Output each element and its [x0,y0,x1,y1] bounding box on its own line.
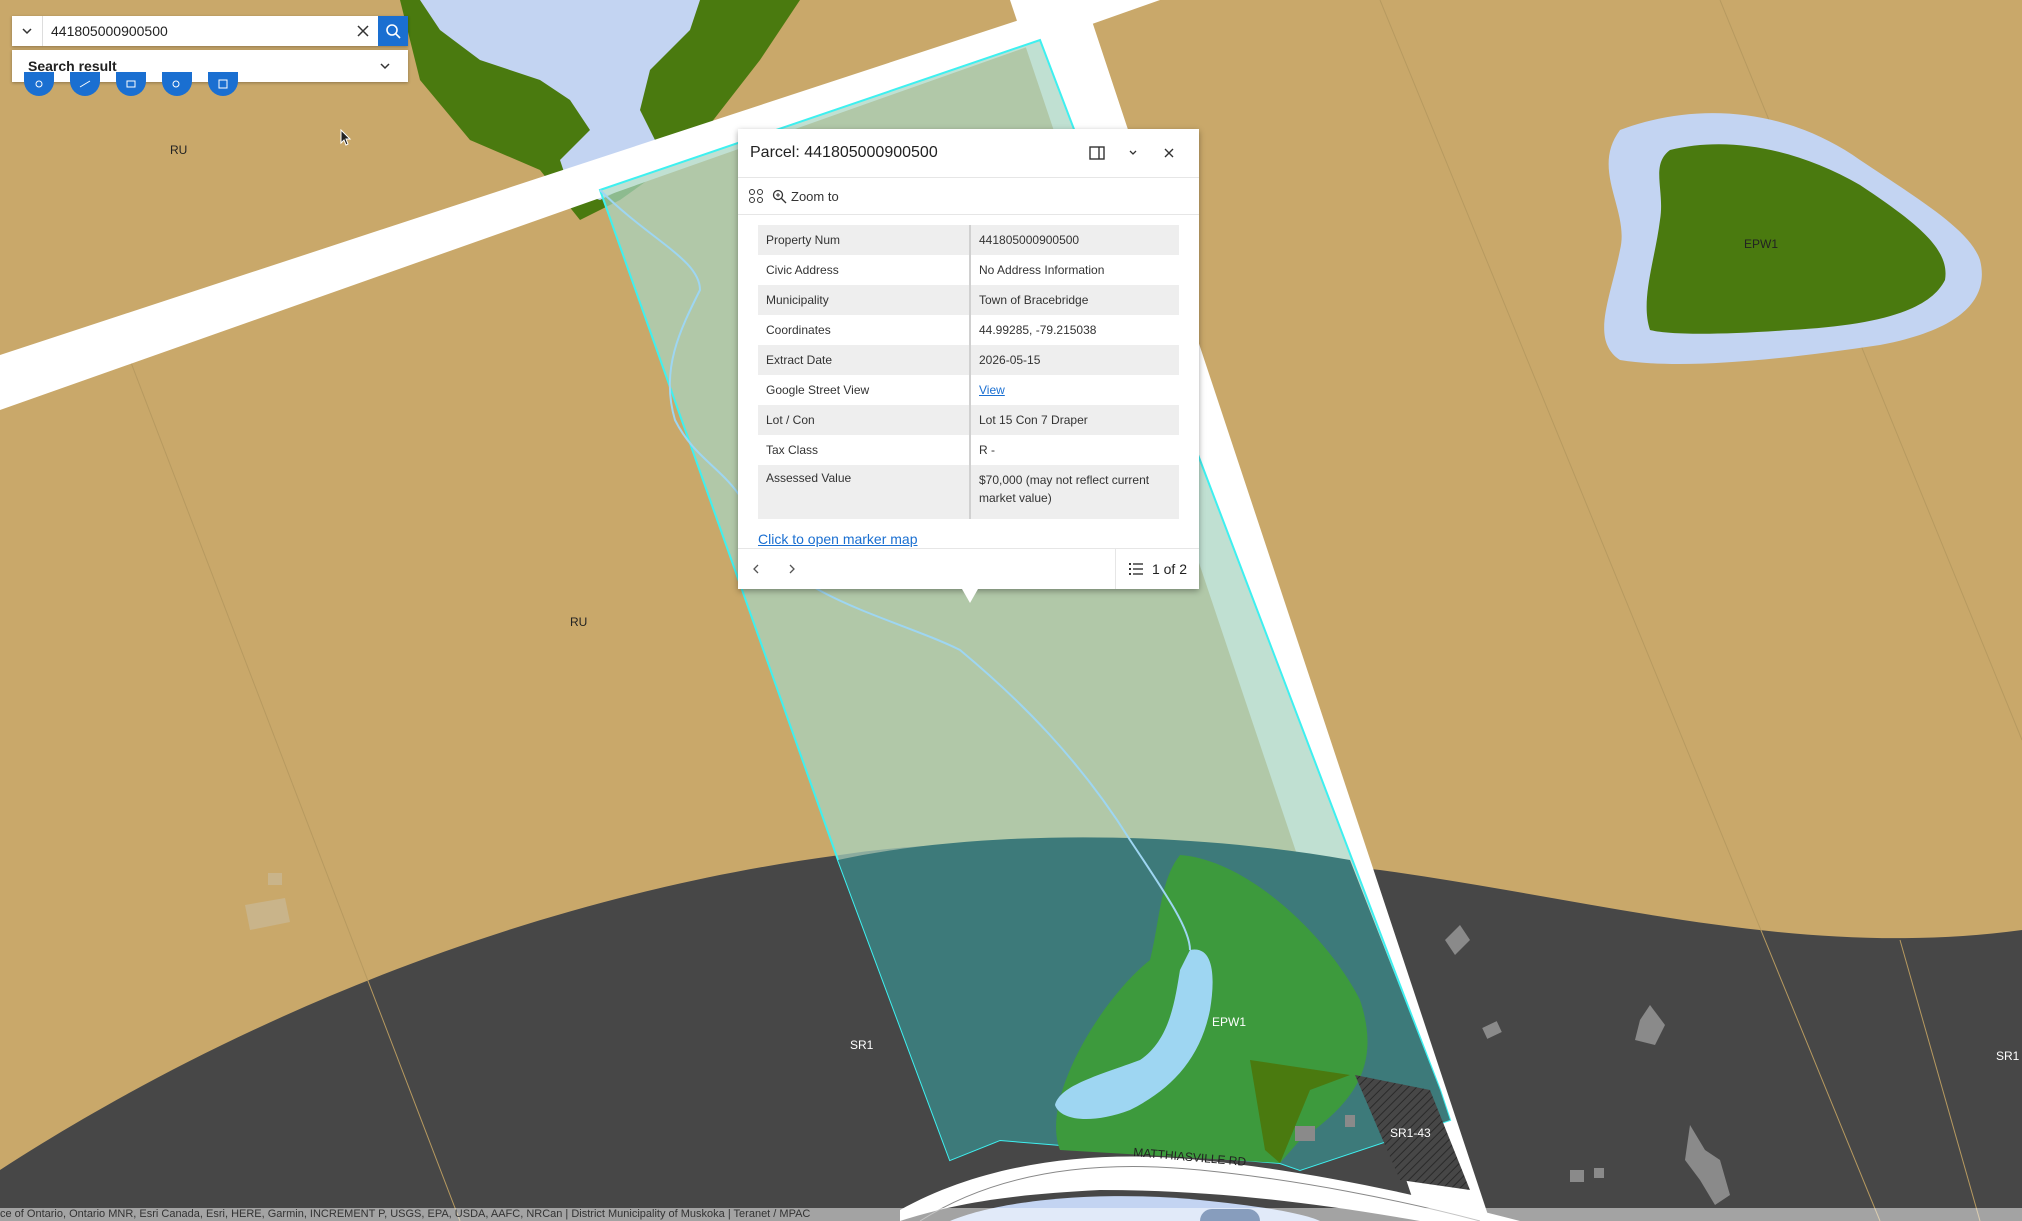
attr-key: Google Street View [758,375,971,405]
attr-value: R - [979,443,995,457]
clear-search-button[interactable] [348,16,378,46]
zoom-to-label: Zoom to [791,188,839,204]
close-icon [1164,148,1174,158]
marker-map-link[interactable]: Click to open marker map [758,531,918,547]
table-row: Google Street View View [758,375,1179,405]
attr-value: 2026-05-15 [970,345,1179,375]
table-row: Extract Date 2026-05-15 [758,345,1179,375]
next-feature-button[interactable] [774,551,810,587]
dock-button[interactable] [1079,135,1115,171]
zone-label-ru-1: RU [170,143,187,157]
search-button[interactable] [378,16,408,46]
attr-value: 441805000900500 [970,225,1179,255]
map-tools [24,72,238,96]
search-source-toggle[interactable] [12,16,43,46]
attr-value: 44.99285, -79.215038 [979,323,1097,337]
attr-value: No Address Information [979,263,1105,277]
feature-pager[interactable]: 1 of 2 [1114,549,1199,589]
draw-icon [35,80,43,88]
attr-value: View [970,375,1179,405]
grid-icon [749,189,763,203]
attr-value: Town of Bracebridge [970,285,1179,315]
table-row: Lot / Con Lot 15 Con 7 Draper [758,405,1179,435]
table-row: Municipality Town of Bracebridge [758,285,1179,315]
attr-value: $70,000 (may not reflect current market … [970,465,1179,519]
search-icon [386,24,401,39]
previous-feature-button[interactable] [738,551,774,587]
search-bar [12,16,408,46]
zoom-in-icon [772,189,787,203]
street-view-link[interactable]: View [979,383,1005,397]
print-icon [218,79,228,89]
pager-label: 1 of 2 [1151,561,1187,577]
popup-title: Parcel: 441805000900500 [750,144,938,161]
map-attribution: ce of Ontario, Ontario MNR, Esri Canada,… [0,1208,2022,1221]
zone-label-ru-2: RU [570,615,587,629]
chevron-left-icon [753,564,759,574]
measure-tool-button[interactable] [70,72,100,96]
attr-key: Extract Date [758,345,971,375]
attr-key: Civic Address [758,255,971,285]
table-row: Coordinates 44.99285, -79.215038 [758,315,1179,345]
dock-icon [1089,146,1105,160]
popup-pointer [962,589,978,603]
popup-footer: 1 of 2 [738,548,1199,589]
collapse-button[interactable] [1115,135,1151,171]
list-icon [1128,563,1143,575]
zone-label-epw-1: EPW1 [1744,237,1778,251]
zone-label-sr-43: SR1-43 [1390,1126,1431,1140]
draw-tool-button[interactable] [24,72,54,96]
chevron-right-icon [789,564,795,574]
mouse-cursor-icon [340,129,352,146]
actions-menu-button[interactable] [744,182,768,210]
search-input[interactable] [43,17,348,45]
popup-actions: Zoom to [738,178,1199,215]
layers-icon [126,80,136,88]
popup-header: Parcel: 441805000900500 [738,129,1199,178]
chevron-down-icon [1129,150,1137,155]
layers-tool-button[interactable] [116,72,146,96]
query-tool-button[interactable] [162,72,192,96]
print-tool-button[interactable] [208,72,238,96]
close-icon [357,25,369,37]
attr-key: Coordinates [758,315,971,345]
parcel-popup: Parcel: 441805000900500 Zoom to Property… [738,129,1199,589]
zone-label-epw-2: EPW1 [1212,1015,1246,1029]
table-row: Assessed Value $70,000 (may not reflect c… [758,465,1179,519]
chevron-down-icon [380,63,390,70]
zoom-to-button[interactable]: Zoom to [768,182,843,210]
table-row: Tax Class R - [758,435,1179,465]
attr-key: Property Num [758,225,971,255]
query-icon [172,80,180,88]
attr-key: Assessed Value [758,465,971,519]
attr-key: Tax Class [758,435,971,465]
chevron-down-icon [22,28,32,35]
table-row: Civic Address No Address Information [758,255,1179,285]
attr-key: Lot / Con [758,405,971,435]
attr-value: Lot 15 Con 7 Draper [970,405,1179,435]
measure-icon [79,80,91,88]
zone-label-sr-2: SR1 [1996,1049,2020,1063]
attr-key: Municipality [758,285,971,315]
attribute-table: Property Num 441805000900500 Civic Addres… [758,225,1179,519]
table-row: Property Num 441805000900500 [758,225,1179,255]
close-popup-button[interactable] [1151,135,1187,171]
zone-label-sr-1: SR1 [850,1038,874,1052]
